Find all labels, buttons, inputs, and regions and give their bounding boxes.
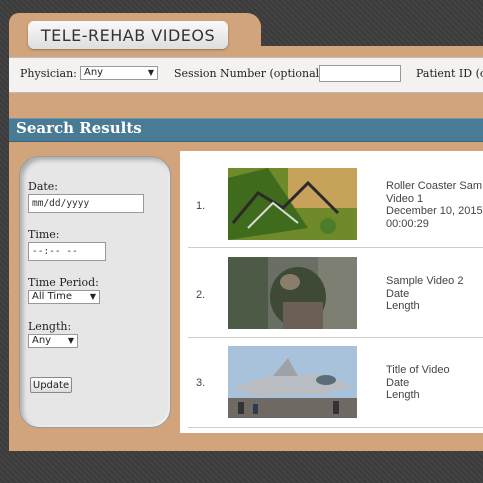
video-title[interactable]: Title of Video: [386, 364, 450, 377]
video-date: Date: [386, 287, 410, 300]
time-label: Time:: [28, 228, 60, 241]
result-index: 3.: [196, 377, 206, 389]
video-date: December 10, 2015: [386, 205, 483, 217]
dropdown-arrow-icon: ▼: [147, 68, 154, 77]
length-select[interactable]: Any ▼: [28, 334, 78, 348]
video-info: Title of Video Date Length: [386, 364, 450, 402]
result-index: 1.: [196, 200, 206, 212]
video-thumbnail[interactable]: [228, 346, 357, 418]
session-label: Session Number (optional):: [174, 67, 328, 80]
physician-select[interactable]: Any ▼: [80, 66, 158, 80]
session-number-input[interactable]: [319, 65, 401, 82]
video-length: 00:00:29: [386, 217, 429, 230]
video-thumbnail[interactable]: [228, 168, 357, 240]
row-divider: [188, 247, 483, 248]
row-divider: [188, 427, 483, 428]
video-info: Sample Video 2 Date Length: [386, 275, 463, 313]
video-date: Date: [386, 376, 410, 389]
video-info: Roller Coaster Sam Video 1 December 10, …: [386, 180, 483, 230]
result-index: 2.: [196, 289, 206, 301]
length-value: Any: [32, 335, 52, 346]
video-length: Length: [386, 389, 420, 401]
dropdown-arrow-icon: ▼: [89, 292, 96, 301]
time-period-select[interactable]: All Time ▼: [28, 290, 100, 304]
row-divider: [188, 337, 483, 338]
update-button[interactable]: Update: [30, 377, 72, 393]
video-title[interactable]: Sample Video 2: [386, 275, 463, 288]
time-period-label: Time Period:: [28, 276, 99, 289]
video-thumbnail[interactable]: [228, 257, 357, 329]
app-title: TELE-REHAB VIDEOS: [28, 21, 228, 49]
date-label: Date:: [28, 180, 59, 193]
video-subtitle: Video 1: [386, 192, 424, 205]
physician-label: Physician:: [20, 67, 77, 80]
time-period-value: All Time: [32, 291, 73, 302]
video-title[interactable]: Roller Coaster Sam: [386, 180, 483, 193]
date-input[interactable]: mm/dd/yyyy: [28, 194, 144, 213]
physician-select-value: Any: [84, 67, 104, 78]
patient-id-label: Patient ID (o: [416, 67, 483, 80]
search-results-title: Search Results: [16, 119, 142, 137]
time-input[interactable]: --:-- --: [28, 242, 106, 261]
length-label: Length:: [28, 320, 72, 333]
video-length: Length: [386, 300, 420, 312]
dropdown-arrow-icon: ▼: [67, 336, 74, 345]
